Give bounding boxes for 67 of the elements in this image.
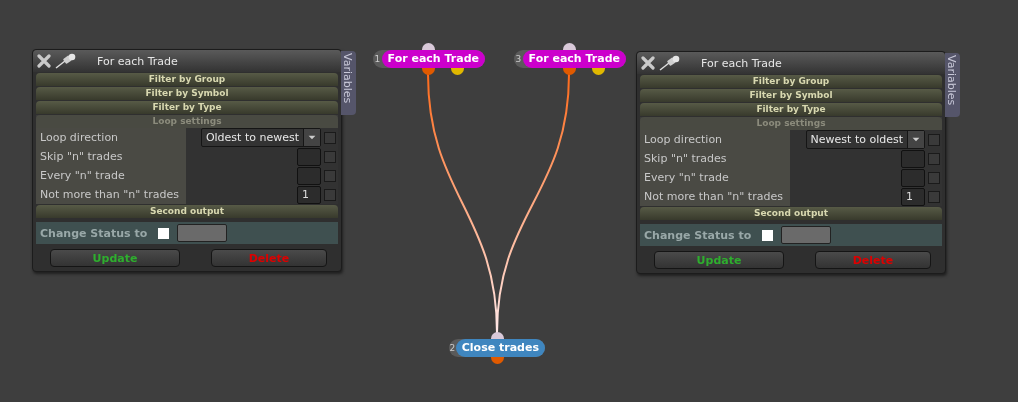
setting-label: Not more than "n" trades <box>36 185 186 204</box>
number-field[interactable] <box>297 147 321 166</box>
setting-label: Every "n" trade <box>36 166 186 185</box>
update-button[interactable]: Update <box>50 249 180 267</box>
input-port[interactable] <box>563 43 576 50</box>
status-label: Change Status to <box>644 228 753 242</box>
status-field[interactable] <box>781 226 831 244</box>
output-port[interactable] <box>451 68 464 75</box>
checkbox[interactable] <box>324 169 336 182</box>
status-checkbox[interactable] <box>158 227 169 239</box>
setting-label: Loop direction <box>640 130 790 149</box>
flow-node[interactable]: 1 For each Trade <box>373 50 485 68</box>
panel-title: For each Trade <box>701 56 782 70</box>
panel-title: For each Trade <box>97 54 178 68</box>
node-label: For each Trade <box>522 50 626 68</box>
section-header[interactable]: Filter by Symbol <box>640 89 942 102</box>
flow-node[interactable]: 3 For each Trade <box>514 50 626 68</box>
update-button[interactable]: Update <box>654 251 784 269</box>
number-field[interactable]: 1 <box>297 185 321 204</box>
setting-label: Skip "n" trades <box>640 149 790 168</box>
section-header[interactable]: Filter by Group <box>640 75 942 88</box>
output-port[interactable] <box>491 357 504 364</box>
direction-dropdown[interactable]: Newest to oldest <box>805 130 925 149</box>
setting-label: Not more than "n" trades <box>640 187 790 206</box>
variables-tab[interactable]: Variables <box>945 53 960 117</box>
node-label: For each Trade <box>381 50 485 68</box>
checkbox[interactable] <box>928 190 940 203</box>
section-header[interactable]: Second output <box>640 207 942 220</box>
status-field[interactable] <box>177 224 227 242</box>
variables-tab[interactable]: Variables <box>341 51 356 115</box>
section-header[interactable]: Filter by Group <box>36 73 338 86</box>
close-icon[interactable] <box>37 54 51 68</box>
node-label: Close trades <box>455 339 545 357</box>
flow-node[interactable]: 2 Close trades <box>449 339 545 357</box>
checkbox[interactable] <box>324 188 336 201</box>
checkbox[interactable] <box>928 171 940 184</box>
number-field[interactable] <box>901 168 925 187</box>
node-number: 2 <box>449 343 456 353</box>
section-header[interactable]: Filter by Symbol <box>36 87 338 100</box>
close-icon[interactable] <box>641 56 655 70</box>
checkbox[interactable] <box>324 150 336 163</box>
output-port[interactable] <box>592 68 605 75</box>
setting-label: Skip "n" trades <box>36 147 186 166</box>
output-port[interactable] <box>563 68 576 75</box>
node-number: 3 <box>514 54 523 64</box>
caret-icon <box>907 131 924 148</box>
section-header[interactable]: Filter by Type <box>640 103 942 116</box>
input-port[interactable] <box>491 332 504 339</box>
checkbox[interactable] <box>324 131 336 144</box>
input-port[interactable] <box>422 43 435 50</box>
checkbox[interactable] <box>928 133 940 146</box>
checkbox[interactable] <box>928 152 940 165</box>
output-port[interactable] <box>422 68 435 75</box>
number-field[interactable]: 1 <box>901 187 925 206</box>
setting-label: Loop direction <box>36 128 186 147</box>
caret-icon <box>303 129 320 146</box>
setting-label: Every "n" trade <box>640 168 790 187</box>
pin-icon[interactable] <box>659 55 681 71</box>
status-label: Change Status to <box>40 226 149 240</box>
section-header[interactable]: Filter by Type <box>36 101 338 114</box>
pin-icon[interactable] <box>55 53 77 69</box>
number-field[interactable] <box>297 166 321 185</box>
section-header[interactable]: Second output <box>36 205 338 218</box>
number-field[interactable] <box>901 149 925 168</box>
node-number: 1 <box>373 54 382 64</box>
direction-dropdown[interactable]: Oldest to newest <box>200 128 321 147</box>
status-checkbox[interactable] <box>762 229 773 241</box>
